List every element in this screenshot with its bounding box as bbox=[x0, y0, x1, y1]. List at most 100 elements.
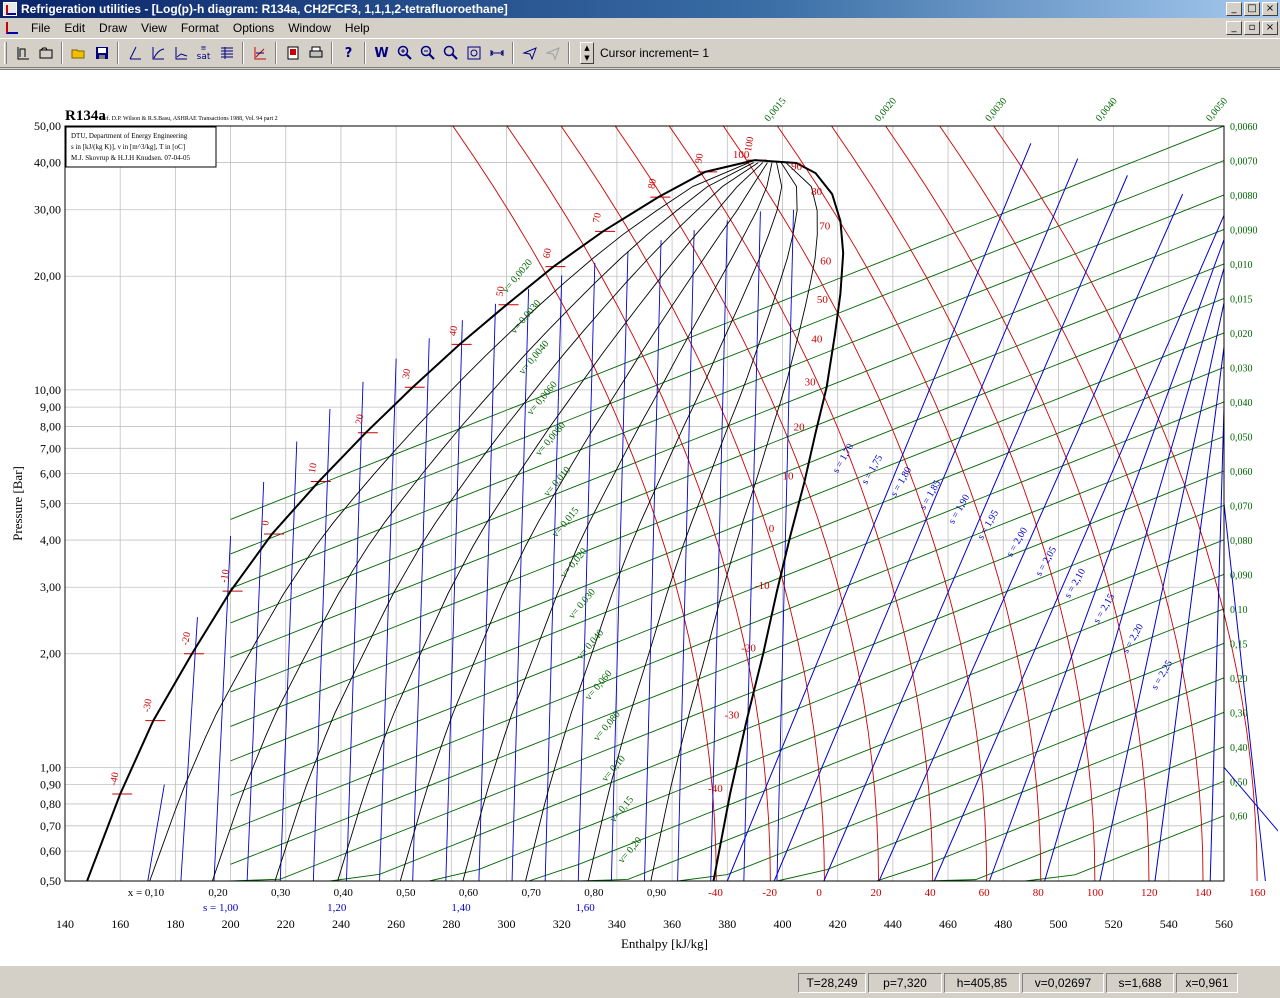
minimize-button[interactable]: _ bbox=[1226, 2, 1242, 16]
quality-label: 0,70 bbox=[522, 887, 542, 899]
status-temperature: T=28,249 bbox=[798, 973, 866, 993]
sat-icon[interactable]: ≡ sat bbox=[192, 42, 215, 64]
y-tick-label: 3,00 bbox=[40, 580, 61, 594]
isochore-icon[interactable] bbox=[146, 42, 169, 64]
toolbar-separator bbox=[117, 42, 119, 64]
log-ph-icon[interactable] bbox=[11, 42, 34, 64]
vapor-temperature-label: 0 bbox=[769, 523, 775, 535]
entropy-bottom-label: 1,20 bbox=[327, 902, 347, 914]
doc-close-button[interactable]: × bbox=[1262, 21, 1278, 35]
help-icon[interactable]: ? bbox=[337, 42, 360, 64]
x-tick-label: 280 bbox=[442, 917, 460, 931]
isotherm-icon[interactable] bbox=[169, 42, 192, 64]
grid bbox=[64, 125, 1225, 882]
print-preview-icon[interactable] bbox=[281, 42, 304, 64]
y-tick-label: 20,00 bbox=[34, 269, 61, 283]
spin-up-icon[interactable]: ▲ bbox=[581, 43, 593, 53]
volume-right-label: 0,15 bbox=[1230, 639, 1248, 650]
temperature-bottom-label: 120 bbox=[1141, 887, 1158, 899]
menu-view[interactable]: View bbox=[134, 21, 174, 35]
vapor-temperature-label: 60 bbox=[820, 256, 832, 268]
status-volume: v=0,02697 bbox=[1022, 973, 1104, 993]
cursor-icon[interactable] bbox=[518, 42, 541, 64]
zoom-icon[interactable] bbox=[439, 42, 462, 64]
entropy-label: s = 2,25 bbox=[1149, 659, 1175, 692]
volume-inner-label: v= 0,15 bbox=[608, 794, 636, 825]
volume-top-label: 0,0050 bbox=[1204, 96, 1230, 124]
volume-right-label: 0,10 bbox=[1230, 605, 1248, 616]
folder-icon[interactable] bbox=[34, 42, 57, 64]
volume-inner-label: v= 0,060 bbox=[583, 668, 614, 702]
liquid-temperature-label: 80 bbox=[646, 178, 659, 190]
volume-inner-label: v= 0,020 bbox=[558, 546, 589, 580]
w-icon[interactable]: W bbox=[370, 42, 393, 64]
temperature-bottom-label: 80 bbox=[1033, 887, 1045, 899]
y-tick-label: 0,60 bbox=[40, 844, 61, 858]
x-axis-label: Enthalpy [kJ/kg] bbox=[621, 936, 708, 951]
menu-draw[interactable]: Draw bbox=[92, 21, 134, 35]
volume-right-label: 0,40 bbox=[1230, 743, 1248, 754]
y-tick-label: 8,00 bbox=[40, 419, 61, 433]
y-tick-label: 0,70 bbox=[40, 819, 61, 833]
menu-edit[interactable]: Edit bbox=[57, 21, 92, 35]
document-icon[interactable] bbox=[4, 21, 20, 35]
volume-top-label: 0,0015 bbox=[763, 96, 789, 124]
x-tick-label: 240 bbox=[332, 917, 350, 931]
toolbar-separator bbox=[364, 42, 366, 64]
quality-label: 0,40 bbox=[334, 887, 354, 899]
zoom-in-icon[interactable] bbox=[393, 42, 416, 64]
chart-canvas[interactable]: x = 0,10 0,20 0,30 0,40 0,50 0,60 0,70 0,80 0,90… bbox=[0, 69, 1280, 966]
y-tick-label: 50,00 bbox=[34, 119, 61, 133]
vapor-temperature-label: 80 bbox=[811, 186, 823, 198]
y-tick-label: 30,00 bbox=[34, 203, 61, 217]
save-icon[interactable] bbox=[90, 42, 113, 64]
volume-right-label: 0,0080 bbox=[1230, 191, 1258, 202]
status-bar: T=28,249 p=7,320 h=405,85 v=0,02697 s=1,… bbox=[0, 968, 1280, 998]
quality-line bbox=[399, 162, 768, 882]
toolbar-separator bbox=[512, 42, 514, 64]
x-tick-label: 420 bbox=[829, 917, 847, 931]
cycle-icon[interactable] bbox=[248, 42, 271, 64]
vapor-temperature-label: -30 bbox=[725, 710, 740, 722]
menu-help[interactable]: Help bbox=[338, 21, 377, 35]
width-icon[interactable] bbox=[485, 42, 508, 64]
menu-options[interactable]: Options bbox=[226, 21, 281, 35]
volume-right-label: 0,010 bbox=[1230, 260, 1253, 271]
x-tick-label: 260 bbox=[387, 917, 405, 931]
maximize-button[interactable]: □ bbox=[1244, 2, 1260, 16]
isentrope-line bbox=[577, 262, 596, 882]
app-icon[interactable] bbox=[3, 2, 17, 16]
table-icon[interactable] bbox=[215, 42, 238, 64]
liquid-temperature-label: 0 bbox=[260, 520, 272, 527]
status-enthalpy: h=405,85 bbox=[944, 973, 1020, 993]
cursor-increment-spinner[interactable]: ▲ ▼ bbox=[580, 42, 594, 64]
log-ph-diagram[interactable]: x = 0,10 0,20 0,30 0,40 0,50 0,60 0,70 0,80 0,90… bbox=[0, 70, 1280, 965]
quality-label: 0,80 bbox=[584, 887, 604, 899]
menu-window[interactable]: Window bbox=[281, 21, 338, 35]
volume-inner-label: v= 0,20 bbox=[616, 835, 644, 866]
menu-format[interactable]: Format bbox=[174, 21, 226, 35]
doc-minimize-button[interactable]: _ bbox=[1226, 21, 1242, 35]
spin-down-icon[interactable]: ▼ bbox=[581, 53, 593, 63]
volume-right-label: 0,50 bbox=[1230, 777, 1248, 788]
x-tick-label: 320 bbox=[553, 917, 571, 931]
isentrope-line bbox=[610, 251, 629, 882]
isentrope-icon[interactable] bbox=[123, 42, 146, 64]
zoom-fit-icon[interactable] bbox=[462, 42, 485, 64]
entropy-label: s = 2,20 bbox=[1120, 622, 1146, 655]
y-tick-label: 2,00 bbox=[40, 647, 61, 661]
doc-restore-button[interactable]: ▫ bbox=[1244, 21, 1260, 35]
y-tick-label: 7,00 bbox=[40, 441, 61, 455]
isentrope-line bbox=[743, 211, 761, 882]
print-icon[interactable] bbox=[304, 42, 327, 64]
open-folder-icon[interactable] bbox=[67, 42, 90, 64]
x-tick-label: 220 bbox=[277, 917, 295, 931]
y-tick-label: 5,00 bbox=[40, 497, 61, 511]
entropy-label: s = 2,00 bbox=[1005, 526, 1031, 559]
volume-right-label: 0,020 bbox=[1230, 329, 1253, 340]
toolbar-grip[interactable] bbox=[4, 42, 7, 64]
isentrope-line bbox=[511, 288, 530, 882]
menu-file[interactable]: File bbox=[24, 21, 57, 35]
zoom-out-icon[interactable] bbox=[416, 42, 439, 64]
close-button[interactable]: × bbox=[1262, 2, 1278, 16]
